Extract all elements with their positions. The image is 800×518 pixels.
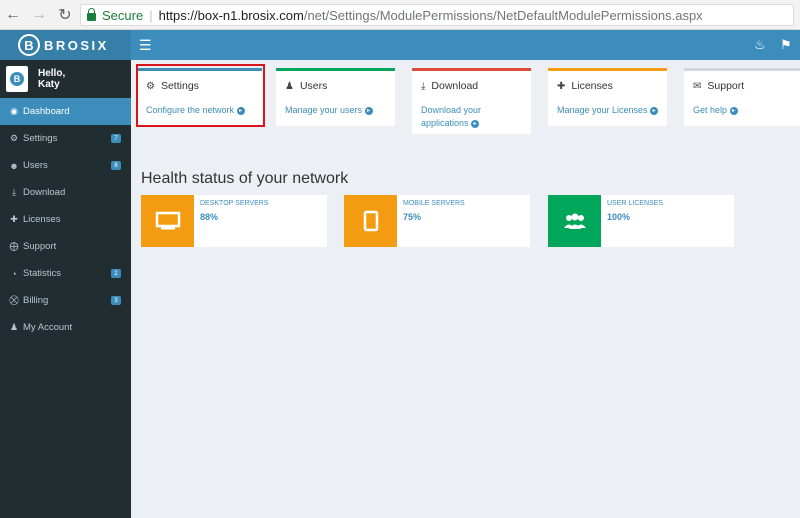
info-box-value: 100% — [607, 212, 631, 222]
download-card: ⤓ Download Download your applications ▸ — [412, 68, 531, 134]
arrow-right-icon: → — [31, 5, 47, 23]
download-icon: ⤓ — [12, 187, 16, 197]
sidebar-item-download[interactable]: ⤓ Download — [0, 179, 131, 206]
arrow-left-icon: ← — [5, 5, 21, 23]
tablet-icon — [344, 195, 397, 247]
sidebar-item-dashboard[interactable]: ◉ Dashboard — [0, 98, 131, 125]
info-box-value: 75% — [403, 212, 422, 222]
address-bar[interactable]: Secure | https://box-n1.brosix.com/net/S… — [80, 4, 794, 26]
manage-users-link[interactable]: Manage your users ▸ — [285, 104, 395, 117]
sidebar-item-label: Settings — [23, 133, 58, 144]
download-icon: ⤓ — [421, 80, 426, 92]
sidebar: B Hello, Katy ◉ Dashboard ⚙ Settings 7 ☻ Use… — [0, 60, 131, 518]
sidebar-item-label: Users — [23, 160, 48, 171]
count-badge: 7 — [111, 134, 121, 143]
info-box-label: DESKTOP SERVERS — [200, 200, 269, 207]
sidebar-item-label: Statistics — [23, 268, 62, 279]
info-box-value: 88% — [200, 212, 219, 222]
licenses-card: ✚ Licenses Manage your Licenses ▸ — [548, 68, 667, 126]
info-box-label: USER LICENSES — [607, 200, 664, 207]
card-title: Support — [707, 80, 745, 92]
get-help-link[interactable]: Get help ▸ — [693, 104, 793, 117]
brosix-logo[interactable]: B BROSIX — [0, 30, 131, 60]
sidebar-item-label: My Account — [23, 322, 73, 333]
url-path: /net/Settings/ModulePermissions/NetDefau… — [303, 7, 703, 23]
info-box-label: MOBILE SERVERS — [403, 200, 465, 207]
users-icon: ☻ — [9, 160, 19, 171]
dashboard-icon: ◉ — [10, 106, 18, 116]
back-button[interactable]: ← — [0, 0, 26, 30]
card-title: Users — [299, 80, 328, 92]
logo-text: BROSIX — [44, 37, 109, 53]
bell-icon[interactable]: ♨ — [754, 37, 766, 53]
bank-icon: ⛒ — [9, 295, 19, 305]
support-card: ✉ Support Get help ▸ — [684, 68, 800, 126]
secure-label: Secure — [102, 7, 144, 23]
lifebuoy-icon: ⨁ — [9, 241, 19, 251]
envelope-icon: ✉ — [693, 80, 702, 92]
monitor-icon — [141, 195, 194, 247]
arrow-circle-right-icon: ▸ — [650, 106, 659, 115]
sidebar-item-my-account[interactable]: ♟ My Account — [0, 314, 131, 341]
top-navbar: B BROSIX ☰ ♨ ⚑ — [0, 30, 800, 60]
desktop-servers-box: DESKTOP SERVERS 88% — [141, 195, 327, 247]
manage-licenses-link[interactable]: Manage your Licenses ▸ — [557, 104, 667, 117]
sidebar-item-label: Licenses — [23, 214, 61, 225]
card-title: Licenses — [571, 80, 613, 92]
health-status-title: Health status of your network — [141, 170, 349, 187]
users-card: ♟ Users Manage your users ▸ — [276, 68, 395, 126]
logo-mark: B — [18, 34, 40, 56]
browser-chrome: ← → ↻ Secure | https://box-n1.brosix.com… — [0, 0, 800, 30]
users-icon — [548, 195, 601, 247]
sidebar-item-statistics[interactable]: ◔ Statistics 2 — [0, 260, 131, 287]
count-badge: 2 — [111, 269, 121, 278]
sidebar-menu: ◉ Dashboard ⚙ Settings 7 ☻ Users 8 ⤓ Download … — [0, 98, 131, 341]
download-applications-link[interactable]: Download your applications ▸ — [421, 104, 501, 130]
arrow-circle-right-icon: ▸ — [364, 106, 373, 115]
avatar: B — [6, 66, 28, 92]
count-badge: 8 — [111, 161, 121, 170]
reload-button[interactable]: ↻ — [52, 0, 78, 30]
user-plus-icon: ✚ — [557, 80, 566, 92]
gears-icon: ⚙ — [9, 133, 19, 143]
user-licenses-box: USER LICENSES 100% — [548, 195, 734, 247]
forward-button[interactable]: → — [26, 0, 52, 30]
greeting: Hello, — [38, 68, 66, 79]
flag-icon[interactable]: ⚑ — [780, 37, 792, 53]
user-icon: ♟ — [285, 80, 294, 92]
arrow-circle-right-icon: ▸ — [471, 119, 480, 128]
sidebar-item-label: Support — [23, 241, 57, 252]
menu-toggle-icon[interactable]: ☰ — [139, 37, 152, 54]
sidebar-item-settings[interactable]: ⚙ Settings 7 — [0, 125, 131, 152]
sidebar-item-billing[interactable]: ⛒ Billing 3 — [0, 287, 131, 314]
lock-icon — [87, 8, 96, 21]
mobile-servers-box: MOBILE SERVERS 75% — [344, 195, 530, 247]
sidebar-item-support[interactable]: ⨁ Support — [0, 233, 131, 260]
address-separator: | — [149, 7, 153, 23]
user-icon: ♟ — [9, 322, 19, 332]
pie-chart-icon: ◔ — [11, 268, 17, 279]
arrow-circle-right-icon: ▸ — [729, 106, 738, 115]
url-host: https://box-n1.brosix.com — [158, 7, 304, 23]
user-name: Katy — [38, 79, 60, 90]
highlight-box — [136, 64, 265, 127]
sidebar-item-users[interactable]: ☻ Users 8 — [0, 152, 131, 179]
user-plus-icon: ✚ — [10, 214, 18, 224]
sidebar-item-label: Download — [23, 187, 66, 198]
sidebar-item-label: Dashboard — [23, 106, 70, 117]
sidebar-item-licenses[interactable]: ✚ Licenses — [0, 206, 131, 233]
reload-icon: ↻ — [58, 6, 72, 24]
sidebar-item-label: Billing — [23, 295, 49, 306]
card-title: Download — [431, 80, 479, 92]
avatar-logo-icon: B — [10, 72, 24, 86]
user-panel: B Hello, Katy — [0, 60, 131, 98]
count-badge: 3 — [111, 296, 121, 305]
